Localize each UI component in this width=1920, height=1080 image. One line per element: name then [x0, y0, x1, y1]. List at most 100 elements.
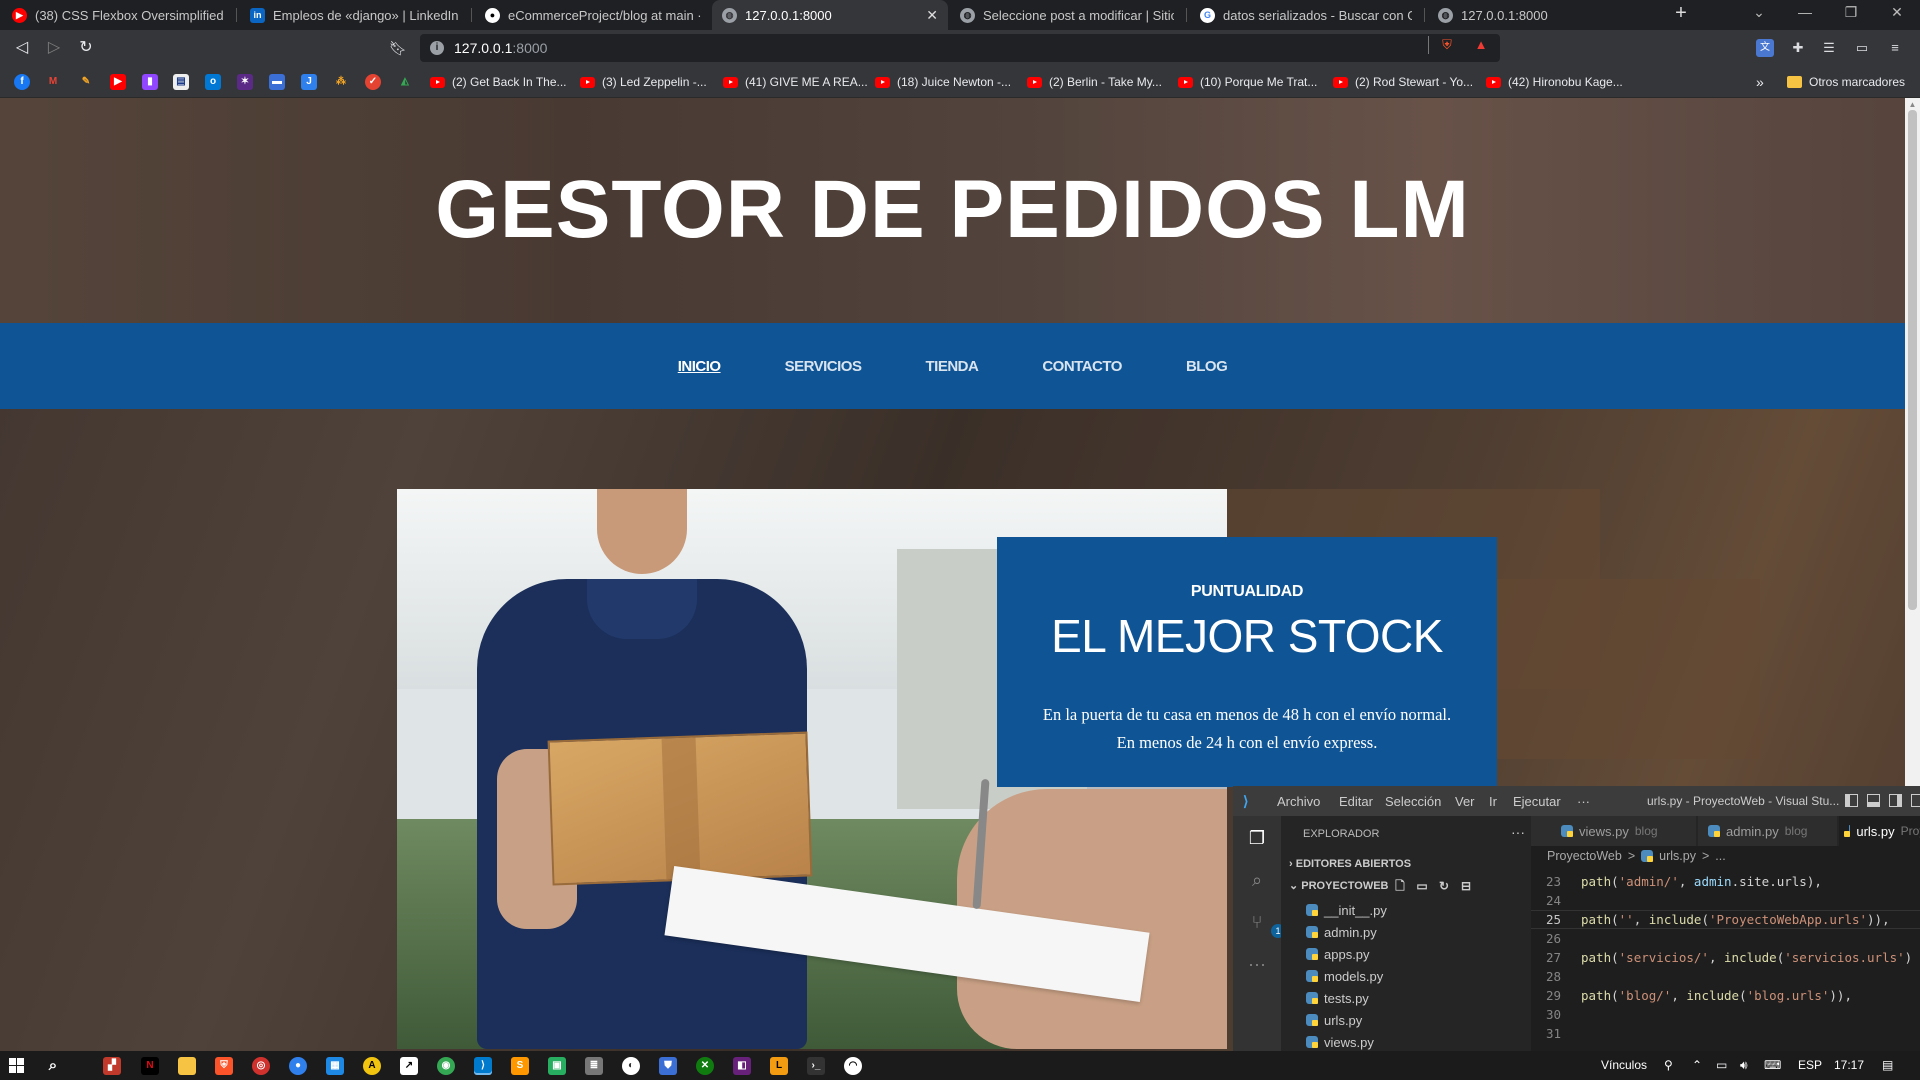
refresh-icon[interactable]: ↻	[1437, 879, 1451, 893]
bookmark-site-icon[interactable]: ✶	[237, 74, 253, 90]
nav-link-tienda[interactable]: TIENDA	[925, 358, 978, 375]
customize-layout-icon[interactable]	[1911, 794, 1920, 807]
close-window-icon[interactable]: ✕	[1882, 4, 1912, 21]
menu-ejecutar[interactable]: Ejecutar	[1513, 794, 1561, 809]
minimize-icon[interactable]: —	[1790, 4, 1820, 20]
menu-seleccion[interactable]: Selección	[1385, 794, 1441, 809]
start-button-icon[interactable]	[9, 1058, 24, 1073]
breadcrumb-item[interactable]: ...	[1715, 849, 1725, 863]
bookmark-item[interactable]: (2) Rod Stewart - Yo...	[1333, 73, 1473, 91]
volume-icon[interactable]: 🔊︎	[1740, 1058, 1748, 1073]
tab-search-icon[interactable]: ⌄	[1744, 4, 1774, 21]
database-icon[interactable]: ≣	[585, 1057, 603, 1075]
browser-tab-active[interactable]: ◍ 127.0.0.1:8000 ✕	[712, 0, 948, 30]
reload-icon[interactable]: ↻	[74, 37, 98, 59]
language-indicator[interactable]: ESP	[1798, 1058, 1822, 1072]
app-icon[interactable]: ◠	[844, 1057, 862, 1075]
new-file-icon[interactable]: 🗋︎	[1393, 879, 1407, 893]
code-line[interactable]: 28	[1531, 967, 1920, 986]
brave-icon[interactable]: ⛨	[215, 1057, 233, 1075]
toggle-panel-icon[interactable]	[1867, 794, 1880, 807]
editor-tab-urls[interactable]: urls.py Proyecto	[1839, 816, 1920, 846]
restore-icon[interactable]: ❐	[1836, 4, 1866, 21]
twitch-icon[interactable]: ▮	[142, 74, 158, 90]
file-item[interactable]: models.py	[1306, 966, 1383, 986]
sublime-icon[interactable]: S	[511, 1057, 529, 1075]
code-line[interactable]: 31	[1531, 1024, 1920, 1043]
other-bookmarks-folder[interactable]: Otros marcadores	[1787, 73, 1905, 91]
code-line[interactable]: 27 path('servicios/', include('servicios.…	[1531, 948, 1920, 967]
browser-tab[interactable]: ▶ (38) CSS Flexbox Oversimplified - You	[2, 0, 234, 30]
file-item[interactable]: tests.py	[1306, 988, 1369, 1008]
menu-more[interactable]: ···	[1577, 794, 1590, 809]
translate-icon[interactable]: 文	[1756, 39, 1774, 57]
browser-tab[interactable]: G datos serializados - Buscar con Googl	[1190, 0, 1422, 30]
toggle-secondary-sidebar-icon[interactable]	[1889, 794, 1902, 807]
browser-tab[interactable]: in Empleos de «django» | LinkedIn	[240, 0, 468, 30]
file-item[interactable]: admin.py	[1306, 922, 1377, 942]
editor-tab-views[interactable]: views.py blog	[1531, 816, 1697, 846]
bookmark-item[interactable]: (10) Porque Me Trat...	[1178, 73, 1317, 91]
bookmark-site-icon[interactable]: ⁂	[333, 74, 349, 90]
browser-tab[interactable]: ● eCommerceProject/blog at main · Luc	[475, 0, 711, 30]
explorer-icon[interactable]: ❐	[1245, 826, 1269, 850]
breadcrumb-item[interactable]: ProyectoWeb	[1547, 849, 1622, 863]
people-icon[interactable]: ⚲	[1664, 1058, 1673, 1072]
clock[interactable]: 17:17	[1834, 1058, 1864, 1072]
tray-links-label[interactable]: Vínculos	[1601, 1058, 1647, 1072]
editor-tab-admin[interactable]: admin.py blog	[1698, 816, 1838, 846]
youtube-icon[interactable]: ▶	[110, 74, 126, 90]
playlist-icon[interactable]: ☰	[1820, 39, 1838, 57]
keyboard-icon[interactable]: ⌨	[1764, 1058, 1781, 1072]
site-info-icon[interactable]: i	[430, 41, 444, 55]
app-icon[interactable]: ◎	[252, 1057, 270, 1075]
file-item[interactable]: apps.py	[1306, 944, 1370, 964]
bookmark-item[interactable]: (2) Berlin - Take My...	[1027, 73, 1162, 91]
visual-studio-icon[interactable]: ◧	[733, 1057, 751, 1075]
code-line[interactable]: 25 path('', include('ProyectoWebApp.urls'…	[1531, 910, 1920, 929]
nav-link-servicios[interactable]: SERVICIOS	[785, 358, 862, 375]
file-item[interactable]: urls.py	[1306, 1010, 1362, 1030]
facebook-icon[interactable]: f	[14, 74, 30, 90]
wallet-icon[interactable]: ▭	[1853, 39, 1871, 57]
open-editors-section[interactable]: › EDITORES ABIERTOS	[1289, 858, 1411, 870]
bookmark-site-icon[interactable]: ▬	[269, 74, 285, 90]
code-line[interactable]: 23 path('admin/', admin .site.urls),	[1531, 872, 1920, 891]
address-bar[interactable]: i 127.0.0.1:8000	[420, 34, 1500, 62]
notifications-icon[interactable]: ▤	[1882, 1058, 1893, 1072]
bookmark-item[interactable]: (41) GIVE ME A REA...	[723, 73, 868, 91]
bookmark-item[interactable]: (3) Led Zeppelin -...	[580, 73, 707, 91]
bookmark-item[interactable]: (2) Get Back In The...	[430, 73, 567, 91]
new-folder-icon[interactable]: ▭	[1415, 879, 1429, 893]
file-explorer-icon[interactable]	[178, 1057, 196, 1075]
drive-icon[interactable]: ◭	[397, 74, 413, 90]
menu-editar[interactable]: Editar	[1339, 794, 1373, 809]
app-icon[interactable]: ▞	[103, 1057, 121, 1075]
app-icon[interactable]: ▣	[548, 1057, 566, 1075]
file-item[interactable]: __init__.py	[1306, 900, 1387, 920]
bookmark-icon[interactable]: 🔖︎	[386, 37, 410, 59]
brave-shields-icon[interactable]: ⛨	[1438, 36, 1456, 54]
extensions-icon[interactable]: ✚	[1789, 39, 1807, 57]
app-icon[interactable]: ●	[289, 1057, 307, 1075]
menu-ver[interactable]: Ver	[1455, 794, 1475, 809]
xbox-icon[interactable]: ✕	[696, 1057, 714, 1075]
bookmarks-overflow-button[interactable]: »	[1756, 73, 1764, 91]
tray-overflow-icon[interactable]: ⌃	[1692, 1058, 1702, 1072]
app-icon[interactable]: L	[770, 1057, 788, 1075]
browser-tab[interactable]: ◍ 127.0.0.1:8000	[1428, 0, 1662, 30]
app-icon[interactable]: ◐	[622, 1057, 640, 1075]
search-icon[interactable]: ⌕	[44, 1057, 62, 1075]
brave-rewards-icon[interactable]: ▲	[1472, 36, 1490, 54]
bookmark-site-icon[interactable]: ▤	[173, 74, 189, 90]
back-icon[interactable]: ◁	[10, 37, 34, 59]
nav-link-blog[interactable]: BLOG	[1186, 358, 1228, 375]
bookmark-item[interactable]: (18) Juice Newton -...	[875, 73, 1011, 91]
close-tab-icon[interactable]: ✕	[926, 7, 938, 24]
bookmark-site-icon[interactable]: J	[301, 74, 317, 90]
scroll-up-icon[interactable]: ▲	[1908, 100, 1917, 109]
file-item[interactable]: views.py	[1306, 1032, 1374, 1051]
bookmark-item[interactable]: (42) Hironobu Kage...	[1486, 73, 1623, 91]
code-line[interactable]: 30	[1531, 1005, 1920, 1024]
chrome-icon[interactable]: ◉	[437, 1057, 455, 1075]
